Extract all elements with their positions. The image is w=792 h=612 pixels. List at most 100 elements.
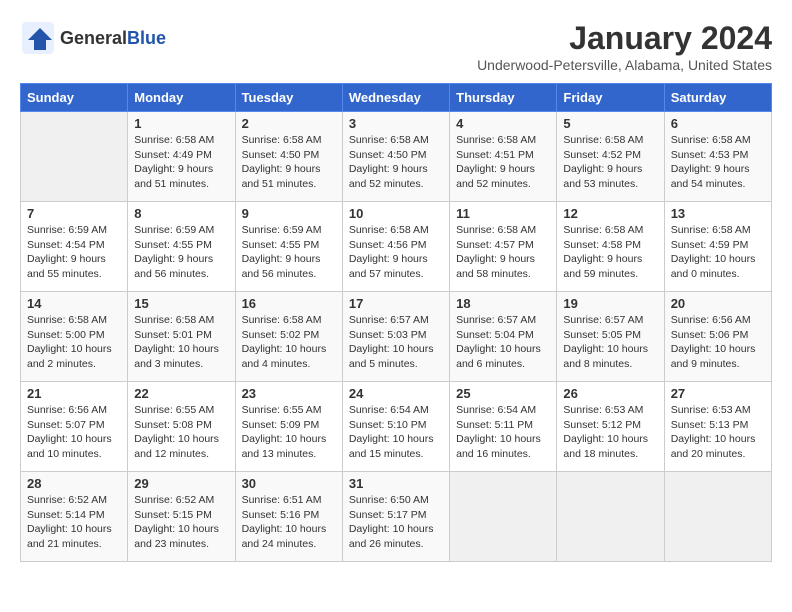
- calendar-header: SundayMondayTuesdayWednesdayThursdayFrid…: [21, 84, 772, 112]
- title-area: January 2024 Underwood-Petersville, Alab…: [477, 20, 772, 73]
- day-info: Sunrise: 6:56 AM Sunset: 5:07 PM Dayligh…: [27, 403, 121, 462]
- day-info: Sunrise: 6:55 AM Sunset: 5:08 PM Dayligh…: [134, 403, 228, 462]
- calendar-table: SundayMondayTuesdayWednesdayThursdayFrid…: [20, 83, 772, 562]
- calendar-cell: 1 Sunrise: 6:58 AM Sunset: 4:49 PM Daylig…: [128, 112, 235, 202]
- calendar-body: 1 Sunrise: 6:58 AM Sunset: 4:49 PM Daylig…: [21, 112, 772, 562]
- day-info: Sunrise: 6:58 AM Sunset: 4:50 PM Dayligh…: [349, 133, 443, 192]
- day-info: Sunrise: 6:52 AM Sunset: 5:15 PM Dayligh…: [134, 493, 228, 552]
- day-number: 20: [671, 296, 765, 311]
- calendar-cell: 17Sunrise: 6:57 AM Sunset: 5:03 PM Dayli…: [342, 292, 449, 382]
- calendar-cell: 31 Sunrise: 6:50 AM Sunset: 5:17 PM Dayli…: [342, 472, 449, 562]
- day-number: 14: [27, 296, 121, 311]
- day-number: 30: [242, 476, 336, 491]
- day-info: Sunrise: 6:52 AM Sunset: 5:14 PM Dayligh…: [27, 493, 121, 552]
- calendar-cell: [557, 472, 664, 562]
- calendar-cell: 30 Sunrise: 6:51 AM Sunset: 5:16 PM Dayli…: [235, 472, 342, 562]
- weekday-header: Monday: [128, 84, 235, 112]
- calendar-cell: 6Sunrise: 6:58 AM Sunset: 4:53 PM Daylig…: [664, 112, 771, 202]
- day-number: 3: [349, 116, 443, 131]
- day-info: Sunrise: 6:58 AM Sunset: 4:50 PM Dayligh…: [242, 133, 336, 192]
- day-info: Sunrise: 6:58 AM Sunset: 5:00 PM Dayligh…: [27, 313, 121, 372]
- day-info: Sunrise: 6:51 AM Sunset: 5:16 PM Dayligh…: [242, 493, 336, 552]
- day-info: Sunrise: 6:58 AM Sunset: 5:02 PM Dayligh…: [242, 313, 336, 372]
- location: Underwood-Petersville, Alabama, United S…: [477, 57, 772, 73]
- calendar-cell: 29 Sunrise: 6:52 AM Sunset: 5:15 PM Dayli…: [128, 472, 235, 562]
- day-info: Sunrise: 6:58 AM Sunset: 4:51 PM Dayligh…: [456, 133, 550, 192]
- calendar-cell: 26Sunrise: 6:53 AM Sunset: 5:12 PM Dayli…: [557, 382, 664, 472]
- day-number: 10: [349, 206, 443, 221]
- calendar-cell: 3 Sunrise: 6:58 AM Sunset: 4:50 PM Daylig…: [342, 112, 449, 202]
- day-number: 23: [242, 386, 336, 401]
- day-number: 6: [671, 116, 765, 131]
- calendar-cell: 28 Sunrise: 6:52 AM Sunset: 5:14 PM Dayli…: [21, 472, 128, 562]
- day-number: 19: [563, 296, 657, 311]
- calendar-cell: 20 Sunrise: 6:56 AM Sunset: 5:06 PM Dayli…: [664, 292, 771, 382]
- month-title: January 2024: [477, 20, 772, 57]
- day-number: 7: [27, 206, 121, 221]
- day-number: 21: [27, 386, 121, 401]
- weekday-header: Tuesday: [235, 84, 342, 112]
- day-number: 13: [671, 206, 765, 221]
- day-number: 4: [456, 116, 550, 131]
- day-number: 26: [563, 386, 657, 401]
- day-info: Sunrise: 6:57 AM Sunset: 5:05 PM Dayligh…: [563, 313, 657, 372]
- day-info: Sunrise: 6:59 AM Sunset: 4:55 PM Dayligh…: [134, 223, 228, 282]
- day-info: Sunrise: 6:56 AM Sunset: 5:06 PM Dayligh…: [671, 313, 765, 372]
- weekday-header: Sunday: [21, 84, 128, 112]
- calendar-cell: 9Sunrise: 6:59 AM Sunset: 4:55 PM Daylig…: [235, 202, 342, 292]
- day-info: Sunrise: 6:53 AM Sunset: 5:13 PM Dayligh…: [671, 403, 765, 462]
- logo: General Blue: [20, 20, 166, 56]
- calendar-cell: 11 Sunrise: 6:58 AM Sunset: 4:57 PM Dayli…: [450, 202, 557, 292]
- calendar-week-row: 7Sunrise: 6:59 AM Sunset: 4:54 PM Daylig…: [21, 202, 772, 292]
- weekday-header: Friday: [557, 84, 664, 112]
- calendar-week-row: 14 Sunrise: 6:58 AM Sunset: 5:00 PM Dayli…: [21, 292, 772, 382]
- day-number: 25: [456, 386, 550, 401]
- day-number: 11: [456, 206, 550, 221]
- calendar-week-row: 1 Sunrise: 6:58 AM Sunset: 4:49 PM Daylig…: [21, 112, 772, 202]
- day-info: Sunrise: 6:50 AM Sunset: 5:17 PM Dayligh…: [349, 493, 443, 552]
- calendar-week-row: 21 Sunrise: 6:56 AM Sunset: 5:07 PM Dayli…: [21, 382, 772, 472]
- day-info: Sunrise: 6:58 AM Sunset: 4:57 PM Dayligh…: [456, 223, 550, 282]
- calendar-cell: 2 Sunrise: 6:58 AM Sunset: 4:50 PM Daylig…: [235, 112, 342, 202]
- calendar-cell: 16 Sunrise: 6:58 AM Sunset: 5:02 PM Dayli…: [235, 292, 342, 382]
- day-info: Sunrise: 6:54 AM Sunset: 5:11 PM Dayligh…: [456, 403, 550, 462]
- day-info: Sunrise: 6:58 AM Sunset: 4:49 PM Dayligh…: [134, 133, 228, 192]
- calendar-cell: 12Sunrise: 6:58 AM Sunset: 4:58 PM Dayli…: [557, 202, 664, 292]
- calendar-cell: 19 Sunrise: 6:57 AM Sunset: 5:05 PM Dayli…: [557, 292, 664, 382]
- day-number: 31: [349, 476, 443, 491]
- day-info: Sunrise: 6:58 AM Sunset: 5:01 PM Dayligh…: [134, 313, 228, 372]
- calendar-cell: 25 Sunrise: 6:54 AM Sunset: 5:11 PM Dayli…: [450, 382, 557, 472]
- day-number: 8: [134, 206, 228, 221]
- weekday-header: Saturday: [664, 84, 771, 112]
- calendar-cell: 8 Sunrise: 6:59 AM Sunset: 4:55 PM Daylig…: [128, 202, 235, 292]
- logo-text: General Blue: [60, 28, 166, 49]
- weekday-row: SundayMondayTuesdayWednesdayThursdayFrid…: [21, 84, 772, 112]
- calendar-cell: 18Sunrise: 6:57 AM Sunset: 5:04 PM Dayli…: [450, 292, 557, 382]
- calendar-week-row: 28 Sunrise: 6:52 AM Sunset: 5:14 PM Dayli…: [21, 472, 772, 562]
- weekday-header: Wednesday: [342, 84, 449, 112]
- day-info: Sunrise: 6:54 AM Sunset: 5:10 PM Dayligh…: [349, 403, 443, 462]
- day-number: 22: [134, 386, 228, 401]
- day-info: Sunrise: 6:57 AM Sunset: 5:04 PM Dayligh…: [456, 313, 550, 372]
- day-number: 2: [242, 116, 336, 131]
- calendar-cell: 4 Sunrise: 6:58 AM Sunset: 4:51 PM Daylig…: [450, 112, 557, 202]
- day-number: 29: [134, 476, 228, 491]
- calendar-cell: 7Sunrise: 6:59 AM Sunset: 4:54 PM Daylig…: [21, 202, 128, 292]
- day-info: Sunrise: 6:58 AM Sunset: 4:56 PM Dayligh…: [349, 223, 443, 282]
- calendar-cell: 14 Sunrise: 6:58 AM Sunset: 5:00 PM Dayli…: [21, 292, 128, 382]
- day-info: Sunrise: 6:58 AM Sunset: 4:52 PM Dayligh…: [563, 133, 657, 192]
- calendar-cell: 27Sunrise: 6:53 AM Sunset: 5:13 PM Dayli…: [664, 382, 771, 472]
- day-info: Sunrise: 6:58 AM Sunset: 4:58 PM Dayligh…: [563, 223, 657, 282]
- day-number: 28: [27, 476, 121, 491]
- day-number: 5: [563, 116, 657, 131]
- calendar-cell: 5 Sunrise: 6:58 AM Sunset: 4:52 PM Daylig…: [557, 112, 664, 202]
- day-info: Sunrise: 6:58 AM Sunset: 4:59 PM Dayligh…: [671, 223, 765, 282]
- calendar-cell: [664, 472, 771, 562]
- calendar-cell: 13 Sunrise: 6:58 AM Sunset: 4:59 PM Dayli…: [664, 202, 771, 292]
- logo-general: General: [60, 28, 127, 49]
- day-number: 16: [242, 296, 336, 311]
- day-number: 1: [134, 116, 228, 131]
- calendar-cell: 10 Sunrise: 6:58 AM Sunset: 4:56 PM Dayli…: [342, 202, 449, 292]
- calendar-cell: 15 Sunrise: 6:58 AM Sunset: 5:01 PM Dayli…: [128, 292, 235, 382]
- day-number: 15: [134, 296, 228, 311]
